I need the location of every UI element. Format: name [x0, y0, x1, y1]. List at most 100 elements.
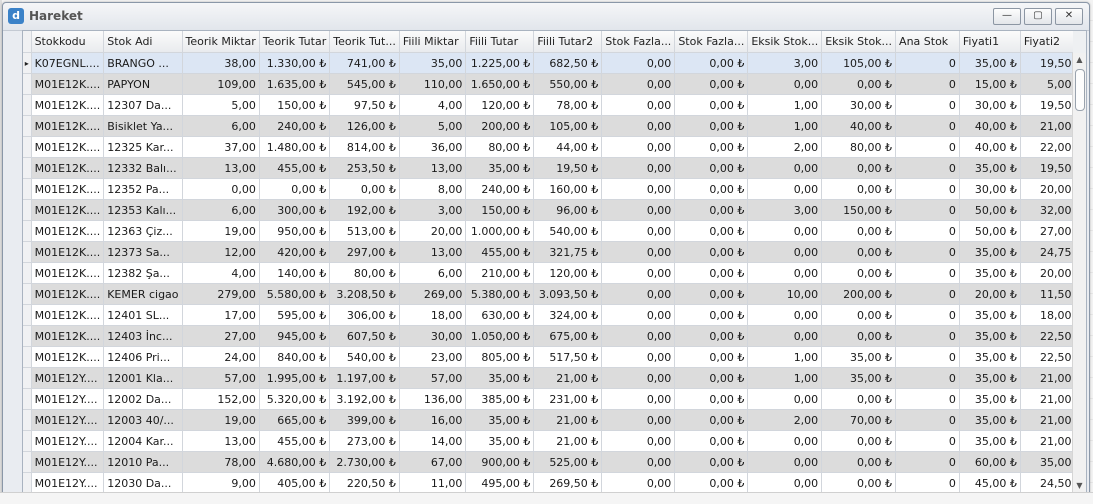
table-cell[interactable]: 805,00 ₺: [465, 346, 535, 368]
table-cell[interactable]: 297,00 ₺: [329, 241, 400, 263]
table-cell[interactable]: 19,00: [182, 220, 260, 242]
table-cell[interactable]: 17,00: [182, 304, 260, 326]
table-cell[interactable]: 0: [895, 346, 960, 368]
table-cell[interactable]: 0: [895, 52, 960, 74]
table-cell[interactable]: M01E12K....: [31, 73, 105, 95]
table-cell[interactable]: 0,00: [601, 472, 676, 493]
table-cell[interactable]: M01E12Y....: [31, 451, 105, 473]
table-cell[interactable]: 37,00: [182, 136, 260, 158]
table-cell[interactable]: 6,00: [399, 262, 467, 284]
table-cell[interactable]: 0,00 ₺: [674, 115, 749, 137]
table-cell[interactable]: 675,00 ₺: [533, 325, 603, 347]
table-row[interactable]: M01E12K.... 12307 Da... 5,00 150,00 ₺ 97,50 …: [23, 94, 1086, 116]
table-cell[interactable]: 385,00 ₺: [465, 388, 535, 410]
table-cell[interactable]: 45,00 ₺: [959, 472, 1021, 493]
column-header[interactable]: Ana Stok: [895, 31, 960, 53]
table-cell[interactable]: 0,00 ₺: [821, 325, 897, 347]
table-cell[interactable]: 0,00 ₺: [674, 451, 749, 473]
table-cell[interactable]: 30,00 ₺: [959, 94, 1021, 116]
table-cell[interactable]: M01E12K....: [31, 220, 105, 242]
table-cell[interactable]: 0: [895, 409, 960, 431]
table-cell[interactable]: 24,00: [182, 346, 260, 368]
table-cell[interactable]: 399,00 ₺: [329, 409, 400, 431]
table-cell[interactable]: 19,50 ₺: [533, 157, 603, 179]
table-cell[interactable]: 210,00 ₺: [465, 262, 535, 284]
row-indicator[interactable]: [23, 241, 32, 263]
table-cell[interactable]: 13,00: [399, 157, 467, 179]
table-cell[interactable]: 0,00: [182, 178, 260, 200]
table-cell[interactable]: 38,00: [182, 52, 260, 74]
table-cell[interactable]: 35,00 ₺: [959, 241, 1021, 263]
table-cell[interactable]: 3.093,50 ₺: [533, 283, 603, 305]
table-cell[interactable]: 1.050,00 ₺: [465, 325, 535, 347]
table-cell[interactable]: M01E12K....: [31, 241, 105, 263]
table-cell[interactable]: 0,00: [601, 304, 676, 326]
table-cell[interactable]: 269,00: [399, 283, 467, 305]
table-cell[interactable]: 152,00: [182, 388, 260, 410]
table-cell[interactable]: 455,00 ₺: [259, 157, 331, 179]
table-cell[interactable]: 30,00 ₺: [959, 178, 1021, 200]
row-indicator[interactable]: [23, 262, 32, 284]
row-indicator[interactable]: [23, 367, 32, 389]
table-cell[interactable]: 0: [895, 199, 960, 221]
table-cell[interactable]: 0,00 ₺: [674, 283, 749, 305]
table-cell[interactable]: 0: [895, 388, 960, 410]
table-cell[interactable]: 0,00: [601, 262, 676, 284]
table-cell[interactable]: 0,00 ₺: [821, 388, 897, 410]
table-cell[interactable]: 1.225,00 ₺: [465, 52, 535, 74]
table-cell[interactable]: 18,00: [399, 304, 467, 326]
table-cell[interactable]: 0,00 ₺: [821, 262, 897, 284]
table-cell[interactable]: 630,00 ₺: [465, 304, 535, 326]
table-cell[interactable]: 0,00: [601, 388, 676, 410]
table-cell[interactable]: 0: [895, 73, 960, 95]
table-cell[interactable]: 35,00: [399, 52, 467, 74]
table-cell[interactable]: 0: [895, 220, 960, 242]
table-cell[interactable]: 2,00: [747, 136, 823, 158]
row-indicator[interactable]: [23, 115, 32, 137]
row-indicator[interactable]: [23, 451, 32, 473]
row-indicator[interactable]: [23, 136, 32, 158]
table-cell[interactable]: 40,00 ₺: [821, 115, 897, 137]
table-cell[interactable]: 420,00 ₺: [259, 241, 331, 263]
table-cell[interactable]: 0: [895, 115, 960, 137]
table-cell[interactable]: 0,00 ₺: [821, 157, 897, 179]
table-cell[interactable]: 4,00: [399, 94, 467, 116]
table-cell[interactable]: 14,00: [399, 430, 467, 452]
table-cell[interactable]: 35,00 ₺: [959, 367, 1021, 389]
table-cell[interactable]: 814,00 ₺: [329, 136, 400, 158]
table-cell[interactable]: 0: [895, 241, 960, 263]
close-button[interactable]: ✕: [1055, 8, 1083, 25]
scrollbar-thumb[interactable]: [1075, 69, 1085, 111]
table-cell[interactable]: 0,00: [747, 430, 823, 452]
table-cell[interactable]: 0,00: [601, 367, 676, 389]
table-cell[interactable]: 6,00: [182, 199, 260, 221]
table-cell[interactable]: 0,00: [601, 451, 676, 473]
table-cell[interactable]: 0: [895, 178, 960, 200]
column-header[interactable]: Teorik Miktar: [182, 31, 260, 53]
table-row[interactable]: M01E12Y.... 12002 Da... 152,00 5.320,00 ₺ 3.…: [23, 388, 1086, 410]
table-cell[interactable]: K07EGNL....: [31, 52, 105, 74]
row-indicator[interactable]: [23, 472, 32, 493]
table-cell[interactable]: 2.730,00 ₺: [329, 451, 400, 473]
table-cell[interactable]: 35,00 ₺: [465, 157, 535, 179]
table-cell[interactable]: 0,00 ₺: [674, 346, 749, 368]
column-header[interactable]: Stok Fazla...: [601, 31, 676, 53]
table-cell[interactable]: 279,00: [182, 283, 260, 305]
table-cell[interactable]: 550,00 ₺: [533, 73, 603, 95]
table-cell[interactable]: 160,00 ₺: [533, 178, 603, 200]
table-cell[interactable]: 0,00 ₺: [821, 304, 897, 326]
table-cell[interactable]: 70,00 ₺: [821, 409, 897, 431]
table-cell[interactable]: 44,00 ₺: [533, 136, 603, 158]
table-cell[interactable]: 35,00 ₺: [821, 346, 897, 368]
table-cell[interactable]: 3,00: [399, 199, 467, 221]
table-cell[interactable]: 50,00 ₺: [959, 220, 1021, 242]
table-cell[interactable]: 27,00: [182, 325, 260, 347]
table-cell[interactable]: 240,00 ₺: [465, 178, 535, 200]
table-cell[interactable]: 0,00: [601, 73, 676, 95]
table-cell[interactable]: 0,00 ₺: [674, 388, 749, 410]
title-bar[interactable]: d Hareket — ▢ ✕: [3, 3, 1089, 31]
table-cell[interactable]: 0: [895, 136, 960, 158]
table-cell[interactable]: 0,00: [601, 325, 676, 347]
row-indicator[interactable]: [23, 220, 32, 242]
table-cell[interactable]: 220,50 ₺: [329, 472, 400, 493]
